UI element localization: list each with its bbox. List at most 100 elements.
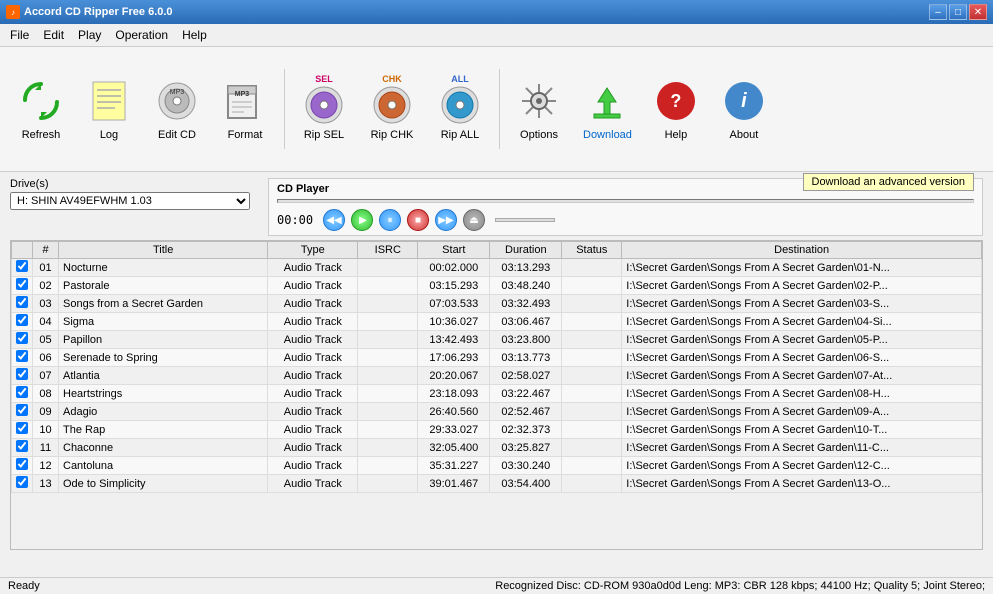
options-icon xyxy=(518,80,560,122)
track-start: 07:03.533 xyxy=(418,295,490,313)
track-check[interactable] xyxy=(12,457,33,475)
sel-badge: SEL xyxy=(315,74,333,84)
col-start: Start xyxy=(418,242,490,259)
track-isrc xyxy=(358,439,418,457)
track-dest: I:\Secret Garden\Songs From A Secret Gar… xyxy=(622,475,982,493)
download-button[interactable]: Download xyxy=(574,72,641,146)
track-title: Heartstrings xyxy=(59,385,268,403)
eject-button[interactable]: ⏏ xyxy=(463,209,485,231)
track-check[interactable] xyxy=(12,313,33,331)
editcd-button[interactable]: MP3 Edit CD xyxy=(144,72,210,146)
track-check[interactable] xyxy=(12,277,33,295)
player-progress-bar[interactable] xyxy=(277,199,974,203)
separator-1 xyxy=(284,69,285,149)
ripsel-button[interactable]: SEL Rip SEL xyxy=(291,72,357,146)
track-start: 26:40.560 xyxy=(418,403,490,421)
play-icon: ▶ xyxy=(359,215,367,226)
table-row[interactable]: 06 Serenade to Spring Audio Track 17:06.… xyxy=(12,349,982,367)
play-button[interactable]: ▶ xyxy=(351,209,373,231)
pause-button[interactable]: ⏸ xyxy=(379,209,401,231)
format-button[interactable]: MP3 Format xyxy=(212,72,278,146)
ripsel-icon xyxy=(303,84,345,126)
stop-button[interactable]: ■ xyxy=(407,209,429,231)
rewind-button[interactable]: ◀◀ xyxy=(323,209,345,231)
table-row[interactable]: 07 Atlantia Audio Track 20:20.067 02:58.… xyxy=(12,367,982,385)
status-left: Ready xyxy=(8,580,40,592)
menu-edit[interactable]: Edit xyxy=(37,26,70,44)
ripall-button[interactable]: ALL Rip ALL xyxy=(427,72,493,146)
table-row[interactable]: 13 Ode to Simplicity Audio Track 39:01.4… xyxy=(12,475,982,493)
menu-help[interactable]: Help xyxy=(176,26,213,44)
drive-dropdown[interactable]: H: SHIN AV49EFWHM 1.03 xyxy=(10,192,250,210)
track-start: 10:36.027 xyxy=(418,313,490,331)
top-panels: Drive(s) H: SHIN AV49EFWHM 1.03 Download… xyxy=(0,172,993,240)
track-check[interactable] xyxy=(12,367,33,385)
volume-slider[interactable] xyxy=(495,218,555,222)
table-row[interactable]: 09 Adagio Audio Track 26:40.560 02:52.46… xyxy=(12,403,982,421)
track-dest: I:\Secret Garden\Songs From A Secret Gar… xyxy=(622,421,982,439)
refresh-button[interactable]: Refresh xyxy=(8,72,74,146)
table-row[interactable]: 04 Sigma Audio Track 10:36.027 03:06.467… xyxy=(12,313,982,331)
track-status xyxy=(562,277,622,295)
track-dest: I:\Secret Garden\Songs From A Secret Gar… xyxy=(622,295,982,313)
track-check[interactable] xyxy=(12,421,33,439)
menu-play[interactable]: Play xyxy=(72,26,107,44)
track-check[interactable] xyxy=(12,349,33,367)
track-num: 09 xyxy=(33,403,59,421)
track-dest: I:\Secret Garden\Songs From A Secret Gar… xyxy=(622,457,982,475)
track-duration: 02:58.027 xyxy=(490,367,562,385)
ripall-label: Rip ALL xyxy=(441,129,480,141)
status-bar: Ready Recognized Disc: CD-ROM 930a0d0d L… xyxy=(0,577,993,594)
options-icon-area xyxy=(515,77,563,125)
track-title: Cantoluna xyxy=(59,457,268,475)
track-table: # Title Type ISRC Start Duration Status … xyxy=(11,241,982,493)
table-row[interactable]: 02 Pastorale Audio Track 03:15.293 03:48… xyxy=(12,277,982,295)
track-dest: I:\Secret Garden\Songs From A Secret Gar… xyxy=(622,349,982,367)
help-button[interactable]: ? Help xyxy=(643,72,709,146)
maximize-button[interactable]: □ xyxy=(949,4,967,20)
track-duration: 03:06.467 xyxy=(490,313,562,331)
app-title: Accord CD Ripper Free 6.0.0 xyxy=(24,6,173,18)
ripall-icon xyxy=(439,84,481,126)
table-row[interactable]: 12 Cantoluna Audio Track 35:31.227 03:30… xyxy=(12,457,982,475)
track-check[interactable] xyxy=(12,331,33,349)
track-list: 01 Nocturne Audio Track 00:02.000 03:13.… xyxy=(12,259,982,493)
track-type: Audio Track xyxy=(268,259,358,277)
track-check[interactable] xyxy=(12,259,33,277)
log-button[interactable]: Log xyxy=(76,72,142,146)
table-row[interactable]: 03 Songs from a Secret Garden Audio Trac… xyxy=(12,295,982,313)
track-isrc xyxy=(358,421,418,439)
track-type: Audio Track xyxy=(268,295,358,313)
track-status xyxy=(562,439,622,457)
track-dest: I:\Secret Garden\Songs From A Secret Gar… xyxy=(622,385,982,403)
eject-icon: ⏏ xyxy=(469,215,478,226)
menu-file[interactable]: File xyxy=(4,26,35,44)
track-duration: 03:23.800 xyxy=(490,331,562,349)
close-button[interactable]: ✕ xyxy=(969,4,987,20)
table-row[interactable]: 01 Nocturne Audio Track 00:02.000 03:13.… xyxy=(12,259,982,277)
track-check[interactable] xyxy=(12,403,33,421)
editcd-label: Edit CD xyxy=(158,129,196,141)
table-row[interactable]: 08 Heartstrings Audio Track 23:18.093 03… xyxy=(12,385,982,403)
track-title: The Rap xyxy=(59,421,268,439)
track-check[interactable] xyxy=(12,385,33,403)
table-row[interactable]: 10 The Rap Audio Track 29:33.027 02:32.3… xyxy=(12,421,982,439)
minimize-button[interactable]: – xyxy=(929,4,947,20)
about-button[interactable]: i About xyxy=(711,72,777,146)
options-button[interactable]: Options xyxy=(506,72,572,146)
ffwd-button[interactable]: ▶▶ xyxy=(435,209,457,231)
ripchk-button[interactable]: CHK Rip CHK xyxy=(359,72,425,146)
table-row[interactable]: 11 Chaconne Audio Track 32:05.400 03:25.… xyxy=(12,439,982,457)
track-check[interactable] xyxy=(12,295,33,313)
col-check xyxy=(12,242,33,259)
track-check[interactable] xyxy=(12,439,33,457)
track-table-scroll[interactable]: # Title Type ISRC Start Duration Status … xyxy=(10,240,983,550)
track-isrc xyxy=(358,457,418,475)
track-check[interactable] xyxy=(12,475,33,493)
menu-operation[interactable]: Operation xyxy=(109,26,174,44)
table-row[interactable]: 05 Papillon Audio Track 13:42.493 03:23.… xyxy=(12,331,982,349)
status-right: Recognized Disc: CD-ROM 930a0d0d Leng: M… xyxy=(495,580,985,592)
window-controls[interactable]: – □ ✕ xyxy=(929,4,987,20)
track-num: 03 xyxy=(33,295,59,313)
track-status xyxy=(562,331,622,349)
